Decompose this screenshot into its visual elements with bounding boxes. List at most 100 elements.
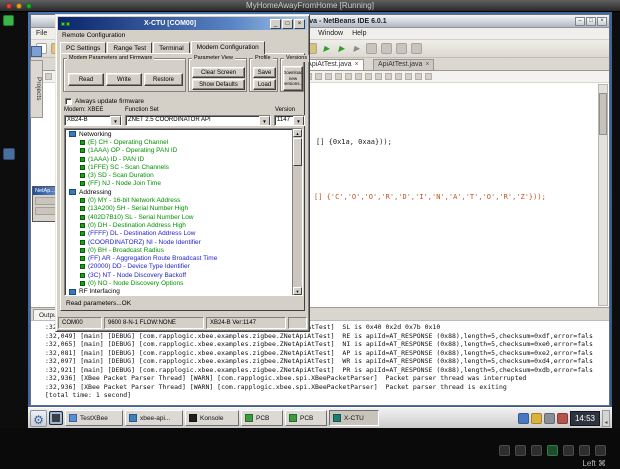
projects-window-icon[interactable] bbox=[31, 46, 42, 57]
tree-row[interactable]: (402D7B10) SL - Serial Number Low bbox=[67, 213, 291, 221]
tree-row[interactable]: (0) BH - Broadcast Radius bbox=[67, 246, 291, 254]
group-profile: Profile Save Load bbox=[249, 58, 278, 92]
tree-row[interactable]: Addressing bbox=[67, 188, 291, 196]
editor-scrollbar[interactable] bbox=[598, 84, 608, 306]
scrollbar-thumb[interactable] bbox=[599, 93, 607, 135]
taskbar-button[interactable]: Konsole bbox=[185, 410, 239, 426]
tree-row[interactable]: (COORDINATORZ) NI - Node Identifier bbox=[67, 238, 291, 246]
parameter-tree[interactable]: Networking (E) CH - Operating Channel (1… bbox=[64, 128, 303, 296]
sidebar-tab-projects[interactable]: Projects bbox=[30, 60, 43, 118]
taskbar-button[interactable]: TestXBee bbox=[65, 410, 123, 426]
editor-toolbar-icon[interactable] bbox=[45, 73, 52, 80]
tree-row[interactable]: (20000) DD - Device Type Identifier bbox=[67, 263, 291, 271]
tree-row[interactable]: (3C) NT - Node Discovery Backoff bbox=[67, 271, 291, 279]
tree-row[interactable]: (FF) AR - Aggregation Route Broadcast Ti… bbox=[67, 254, 291, 262]
toolbar-icon[interactable] bbox=[321, 43, 332, 54]
tree-row[interactable]: (1AAA) ID - PAN ID bbox=[67, 155, 291, 163]
write-button[interactable]: Write bbox=[106, 73, 142, 86]
group-label: Profile bbox=[253, 55, 273, 62]
tree-row[interactable]: (FFFF) DL - Destination Address Low bbox=[67, 230, 291, 238]
vm-device-icon bbox=[515, 445, 526, 456]
editor-toolbar-icon[interactable] bbox=[335, 73, 342, 80]
toolbar-icon[interactable] bbox=[366, 43, 377, 54]
host-desktop-icon[interactable] bbox=[3, 148, 15, 160]
xctu-tab[interactable]: Modem Configuration bbox=[191, 41, 265, 54]
editor-toolbar-icon[interactable] bbox=[365, 73, 372, 80]
toolbar-icon[interactable] bbox=[396, 43, 407, 54]
tray-icon[interactable] bbox=[518, 413, 529, 424]
parameter-bullet-icon bbox=[69, 131, 76, 137]
tree-row[interactable]: Networking bbox=[67, 130, 291, 138]
editor-toolbar-icon[interactable] bbox=[355, 73, 362, 80]
taskbar-button[interactable]: PCB bbox=[285, 410, 327, 426]
always-update-firmware-checkbox[interactable]: Always update firmware bbox=[65, 98, 144, 105]
editor-toolbar-icon[interactable] bbox=[425, 73, 432, 80]
tree-row[interactable]: RF Interfacing bbox=[67, 288, 291, 295]
menu-item[interactable]: Help bbox=[352, 30, 366, 37]
parameter-label: (FF) NJ - Node Join Time bbox=[88, 180, 161, 187]
taskbar-clock[interactable]: 14:53 bbox=[570, 411, 600, 426]
editor-toolbar-icon[interactable] bbox=[415, 73, 422, 80]
maximize-button[interactable] bbox=[282, 19, 293, 29]
close-button[interactable] bbox=[597, 17, 607, 26]
parameter-bullet-icon bbox=[80, 248, 85, 253]
editor-toolbar-icon[interactable] bbox=[325, 73, 332, 80]
tree-row[interactable]: (1FFE) SC - Scan Channels bbox=[67, 163, 291, 171]
tray-icon[interactable] bbox=[557, 413, 568, 424]
tab-close-icon[interactable] bbox=[355, 59, 359, 71]
editor-toolbar-icon[interactable] bbox=[395, 73, 402, 80]
tab-label: Range Test bbox=[113, 45, 146, 52]
function-set-select[interactable]: ZNET 2.5 COORDINATOR API bbox=[125, 115, 271, 126]
tree-row[interactable]: (1AAA) OP - Operating PAN ID bbox=[67, 147, 291, 155]
editor-toolbar-icon[interactable] bbox=[405, 73, 412, 80]
read-button[interactable]: Read bbox=[68, 73, 104, 86]
tree-row[interactable]: (FF) NJ - Node Join Time bbox=[67, 180, 291, 188]
clear-screen-button[interactable]: Clear Screen bbox=[192, 67, 245, 78]
show-desktop-icon[interactable] bbox=[49, 411, 63, 425]
tray-icon[interactable] bbox=[544, 413, 555, 424]
tree-row[interactable]: (0) NO - Node Discovery Options bbox=[67, 279, 291, 287]
menu-remote-configuration[interactable]: Remote Configuration bbox=[62, 32, 125, 39]
tree-row[interactable]: (0) MY - 16-bit Network Address bbox=[67, 196, 291, 204]
parameter-bullet-icon bbox=[80, 181, 85, 186]
scrollbar-thumb[interactable] bbox=[293, 138, 302, 166]
modem-select[interactable]: XB24-B bbox=[64, 115, 122, 126]
maximize-button[interactable] bbox=[586, 17, 596, 26]
tab-close-icon[interactable] bbox=[425, 59, 429, 71]
version-select[interactable]: 1147 bbox=[274, 115, 305, 126]
editor-toolbar-icon[interactable] bbox=[315, 73, 322, 80]
tree-row[interactable]: (0) DH - Destination Address High bbox=[67, 221, 291, 229]
toolbar-icon[interactable] bbox=[336, 43, 347, 54]
menu-item[interactable]: File bbox=[36, 30, 47, 37]
toolbar-icon[interactable] bbox=[411, 43, 422, 54]
tree-row[interactable]: (13A200) SH - Serial Number High bbox=[67, 205, 291, 213]
taskbar-button[interactable]: X-CTU bbox=[329, 410, 379, 426]
tree-row[interactable]: (E) CH - Operating Channel bbox=[67, 138, 291, 146]
taskbar-button[interactable]: PCB bbox=[241, 410, 283, 426]
save-button[interactable]: Save bbox=[253, 67, 276, 78]
download-versions-button[interactable]: Download new versions... bbox=[283, 66, 303, 91]
minimize-button[interactable] bbox=[270, 19, 281, 29]
scroll-up-icon[interactable] bbox=[293, 129, 302, 137]
load-button[interactable]: Load bbox=[253, 79, 276, 90]
tree-scrollbar[interactable] bbox=[292, 129, 302, 295]
host-desktop-icon[interactable] bbox=[3, 15, 14, 26]
close-button[interactable] bbox=[294, 19, 305, 29]
output-console[interactable]: :32,049] [main] [DEBUG] [com.rapplogic.x… bbox=[31, 320, 609, 405]
tree-row[interactable]: (3) SD - Scan Duration bbox=[67, 171, 291, 179]
scroll-down-icon[interactable] bbox=[293, 287, 302, 295]
restore-button[interactable]: Restore bbox=[144, 73, 183, 86]
editor-toolbar-icon[interactable] bbox=[345, 73, 352, 80]
menu-item[interactable]: Window bbox=[318, 30, 343, 37]
tray-icon[interactable] bbox=[531, 413, 542, 424]
editor-toolbar-icon[interactable] bbox=[375, 73, 382, 80]
toolbar-icon[interactable] bbox=[351, 43, 362, 54]
minimize-button[interactable] bbox=[575, 17, 585, 26]
show-defaults-button[interactable]: Show Defaults bbox=[192, 79, 245, 90]
taskbar-button[interactable]: xbee-api... bbox=[125, 410, 183, 426]
panel-hide-button[interactable] bbox=[602, 410, 610, 427]
editor-tab[interactable]: ApiAtTest.java bbox=[373, 59, 434, 71]
k-menu-button[interactable] bbox=[30, 410, 47, 427]
editor-toolbar-icon[interactable] bbox=[385, 73, 392, 80]
toolbar-icon[interactable] bbox=[381, 43, 392, 54]
